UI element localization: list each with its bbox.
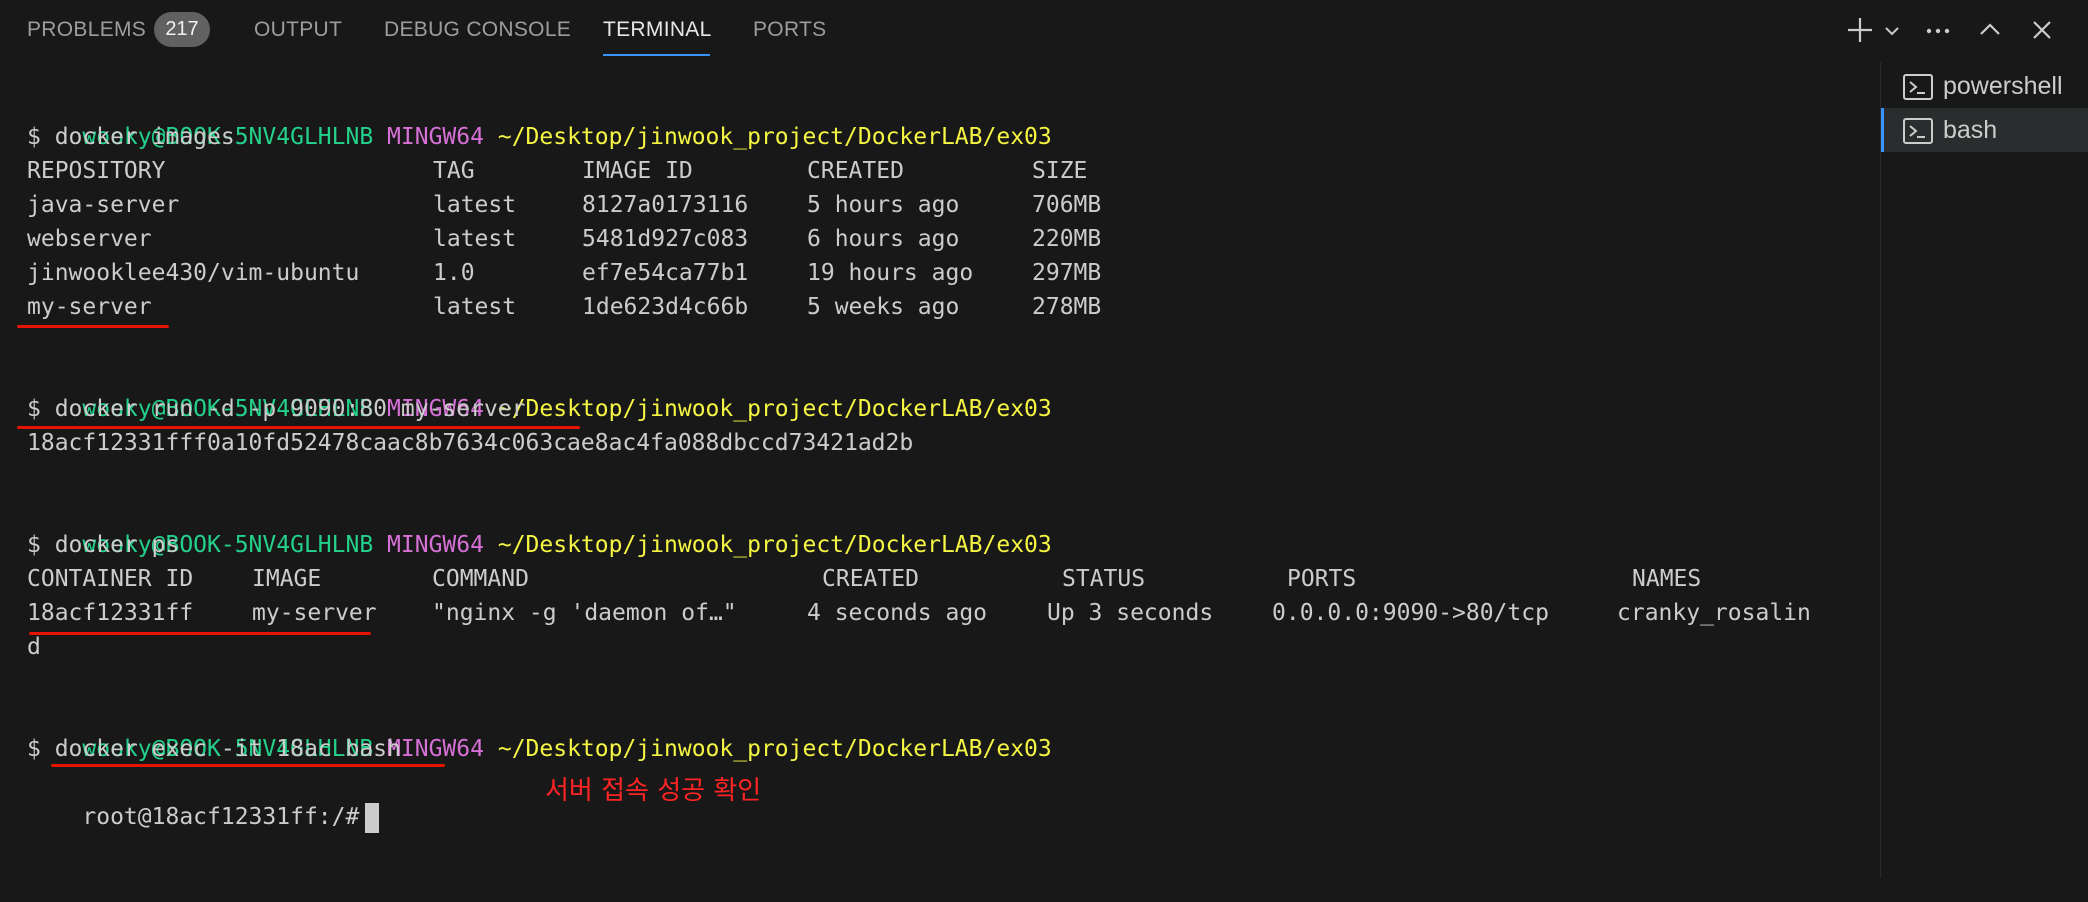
image-id: 5481d927c083 — [582, 226, 749, 252]
session-item-bash[interactable]: bash — [1881, 108, 2088, 152]
session-item-powershell[interactable]: powershell — [1881, 64, 2088, 108]
session-label: bash — [1943, 116, 1998, 144]
command-line: $ docker ps — [27, 532, 180, 558]
prompt-line: wooky@BOOK-5NV4GLHLNB MINGW64 ~/Desktop/… — [27, 358, 1051, 422]
image-repository: my-server — [27, 294, 152, 320]
tab-problems[interactable]: PROBLEMS — [27, 18, 146, 42]
ps-table-header: CONTAINER ID IMAGE COMMAND CREATED STATU… — [27, 562, 1867, 596]
ps-col-names: NAMES — [1632, 566, 1702, 592]
terminal-icon — [1903, 118, 1933, 144]
image-size: 278MB — [1032, 294, 1102, 320]
prompt-path: ~/Desktop/jinwook_project/DockerLAB/ex03 — [497, 532, 1052, 558]
prompt-line: wooky@BOOK-5NV4GLHLNB MINGW64 ~/Desktop/… — [27, 86, 1051, 150]
new-terminal-icon[interactable] — [1842, 12, 1878, 48]
ps-row-underline — [29, 632, 371, 635]
image-tag: latest — [433, 192, 517, 218]
images-col-created: CREATED — [807, 158, 904, 184]
image-tag: latest — [433, 226, 517, 252]
table-row: webserver latest 5481d927c083 6 hours ag… — [27, 222, 1427, 256]
terminal-output[interactable]: wooky@BOOK-5NV4GLHLNB MINGW64 ~/Desktop/… — [0, 62, 1880, 878]
tab-output[interactable]: OUTPUT — [254, 18, 342, 42]
image-created: 5 hours ago — [807, 192, 960, 218]
shell-prompt-line[interactable]: root@18acf12331ff:/# — [27, 766, 380, 833]
image-size: 706MB — [1032, 192, 1102, 218]
ps-col-ports: PORTS — [1287, 566, 1357, 592]
container-id-output: 18acf12331fff0a10fd52478caac8b7634c063ca… — [27, 430, 914, 456]
annotation-text: 서버 접속 성공 확인 — [545, 776, 762, 806]
ps-col-container-id: CONTAINER ID — [27, 566, 194, 592]
images-table-header: REPOSITORY TAG IMAGE ID CREATED SIZE — [27, 154, 1427, 188]
ps-container-id: 18acf12331ff — [27, 600, 194, 626]
ps-names: cranky_rosalin — [1617, 600, 1811, 626]
my-server-underline — [17, 325, 169, 328]
session-label: powershell — [1943, 72, 2063, 100]
terminal-icon — [1903, 74, 1933, 100]
terminal-cursor — [365, 802, 380, 833]
tab-terminal[interactable]: TERMINAL — [603, 18, 712, 42]
prompt-line: wooky@BOOK-5NV4GLHLNB MINGW64 ~/Desktop/… — [27, 698, 1051, 762]
ps-image: my-server — [252, 600, 377, 626]
prompt-env: MINGW64 — [387, 124, 484, 150]
prompt-path: ~/Desktop/jinwook_project/DockerLAB/ex03 — [497, 736, 1052, 762]
wrapped-text: d — [27, 634, 41, 660]
images-col-tag: TAG — [433, 158, 475, 184]
prompt-env: MINGW64 — [387, 736, 484, 762]
panel-tab-bar: PROBLEMS 217 OUTPUT DEBUG CONSOLE TERMIN… — [0, 0, 2088, 62]
tab-ports[interactable]: PORTS — [753, 18, 826, 42]
image-id: ef7e54ca77b1 — [582, 260, 749, 286]
images-col-size: SIZE — [1032, 158, 1088, 184]
ps-col-status: STATUS — [1062, 566, 1146, 592]
tab-debug-console[interactable]: DEBUG CONSOLE — [384, 18, 571, 42]
image-created: 5 weeks ago — [807, 294, 960, 320]
active-tab-indicator — [603, 54, 710, 56]
prompt-env: MINGW64 — [387, 532, 484, 558]
chevron-down-icon[interactable] — [1878, 12, 1906, 48]
image-size: 220MB — [1032, 226, 1102, 252]
image-created: 19 hours ago — [807, 260, 974, 286]
ps-created: 4 seconds ago — [807, 600, 988, 626]
close-icon[interactable] — [2024, 12, 2060, 48]
more-actions-icon[interactable] — [1920, 12, 1956, 48]
image-id: 1de623d4c66b — [582, 294, 749, 320]
image-created: 6 hours ago — [807, 226, 960, 252]
ps-ports: 0.0.0.0:9090->80/tcp — [1272, 600, 1549, 626]
image-repository: jinwooklee430/vim-ubuntu — [27, 260, 360, 286]
table-row: jinwooklee430/vim-ubuntu 1.0 ef7e54ca77b… — [27, 256, 1427, 290]
ps-col-command: COMMAND — [432, 566, 529, 592]
terminal-sessions-list: powershell bash — [1880, 62, 2088, 878]
prompt-line: wooky@BOOK-5NV4GLHLNB MINGW64 ~/Desktop/… — [27, 494, 1051, 558]
chevron-up-icon[interactable] — [1972, 12, 2008, 48]
image-repository: java-server — [27, 192, 180, 218]
command-line: $ docker images — [27, 124, 235, 150]
ps-col-created: CREATED — [822, 566, 919, 592]
table-row: my-server latest 1de623d4c66b 5 weeks ag… — [27, 290, 1427, 324]
image-tag: 1.0 — [433, 260, 475, 286]
image-tag: latest — [433, 294, 517, 320]
ps-col-image: IMAGE — [252, 566, 322, 592]
command-line: $ docker run -d -p 9090:80 my-server — [27, 396, 526, 422]
command-line: $ docker exec -it 18ac bash — [27, 736, 401, 762]
images-col-repository: REPOSITORY — [27, 158, 166, 184]
shell-prompt: root@18acf12331ff:/# — [82, 804, 360, 830]
images-col-image-id: IMAGE ID — [582, 158, 693, 184]
table-row: 18acf12331ff my-server "nginx -g 'daemon… — [27, 596, 1867, 630]
problems-count-badge: 217 — [154, 12, 210, 47]
image-id: 8127a0173116 — [582, 192, 749, 218]
image-repository: webserver — [27, 226, 152, 252]
prompt-path: ~/Desktop/jinwook_project/DockerLAB/ex03 — [497, 396, 1052, 422]
ps-status: Up 3 seconds — [1047, 600, 1214, 626]
table-row: java-server latest 8127a0173116 5 hours … — [27, 188, 1427, 222]
image-size: 297MB — [1032, 260, 1102, 286]
ps-command: "nginx -g 'daemon of…" — [432, 600, 737, 626]
prompt-path: ~/Desktop/jinwook_project/DockerLAB/ex03 — [497, 124, 1052, 150]
